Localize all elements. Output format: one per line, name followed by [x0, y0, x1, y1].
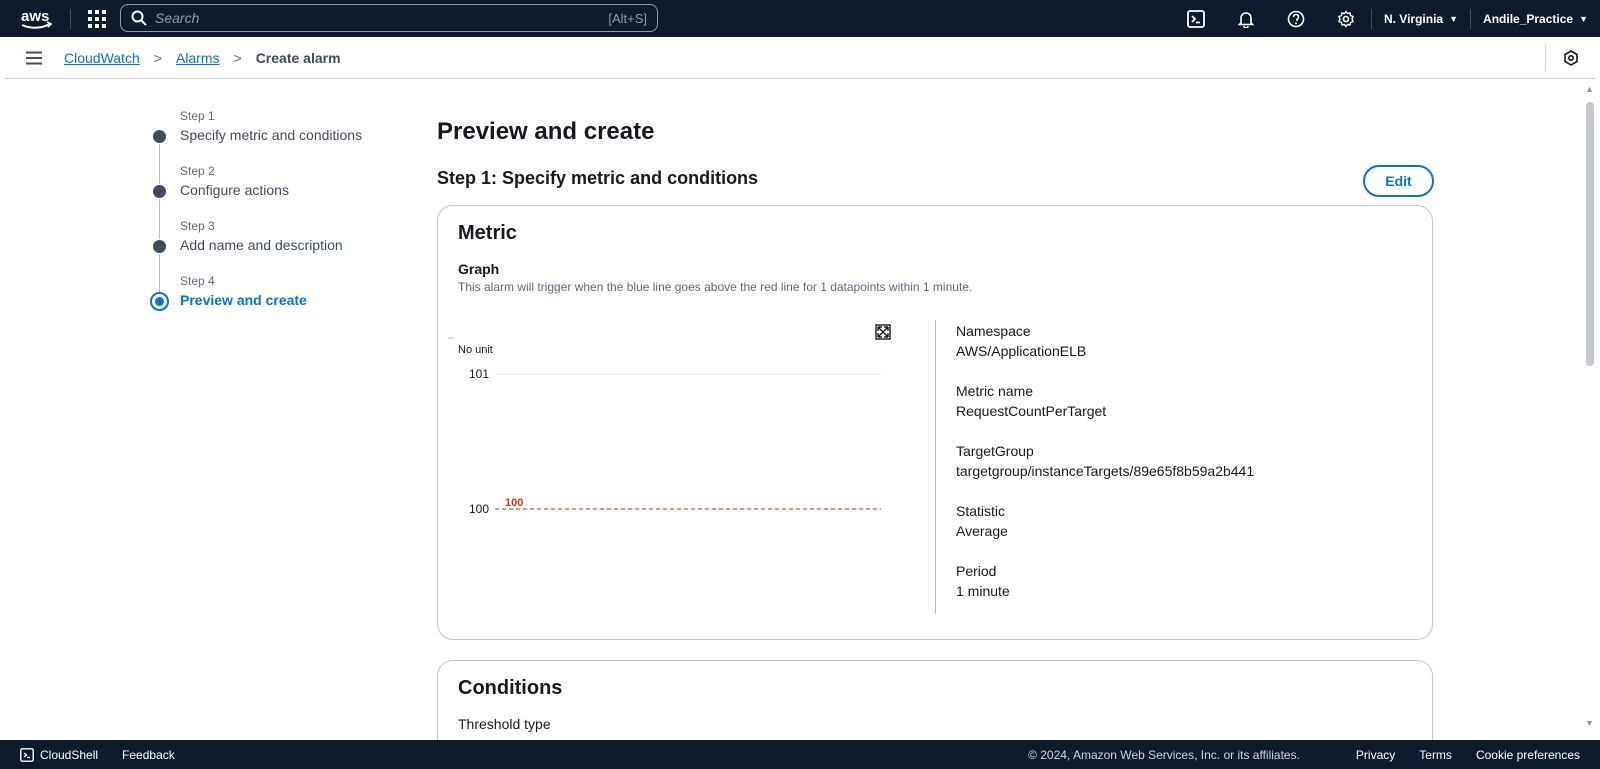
page-title: Preview and create [437, 118, 655, 145]
step-number: Step 1 [180, 109, 215, 123]
detail-value: RequestCountPerTarget [956, 403, 1107, 419]
help-icon[interactable] [1271, 0, 1321, 37]
search-input[interactable]: Search [Alt+S] [120, 4, 658, 32]
detail-namespace: Namespace AWS/ApplicationELB [956, 321, 1254, 381]
threshold-type-label: Threshold type [458, 716, 551, 732]
gear-icon[interactable] [1321, 0, 1371, 37]
step-title: Specify metric and conditions [180, 127, 363, 143]
detail-key: Metric name [956, 383, 1034, 399]
detail-statistic: Statistic Average [956, 501, 1254, 561]
wizard-step-1[interactable]: Step 1 Specify metric and conditions [150, 108, 400, 184]
wizard-steps: Step 1 Specify metric and conditions Ste… [150, 108, 400, 328]
step-title: Configure actions [180, 182, 289, 198]
caret-down-icon: ▼ [1449, 13, 1459, 24]
scrollbar[interactable]: ▲ ▼ [1584, 84, 1596, 728]
cloudshell-button[interactable]: CloudShell [20, 748, 98, 762]
chevron-right-icon: > [233, 49, 242, 66]
bell-icon[interactable] [1221, 0, 1271, 37]
detail-value: targetgroup/instanceTargets/89e65f8b59a2… [956, 463, 1255, 479]
region-selector[interactable]: N. Virginia ▼ [1372, 0, 1470, 37]
step-dot-icon [153, 240, 166, 253]
apps-icon[interactable] [79, 0, 115, 37]
breadcrumb-alarms[interactable]: Alarms [176, 50, 220, 66]
breadcrumb-cloudwatch[interactable]: CloudWatch [64, 50, 140, 66]
cloudshell-label: CloudShell [40, 747, 99, 762]
detail-key: TargetGroup [956, 443, 1034, 459]
chevron-right-icon: > [153, 49, 162, 66]
step-title: Add name and description [180, 237, 343, 253]
chart-threshold-label: 100 [505, 497, 523, 509]
search-shortcut: [Alt+S] [608, 10, 647, 26]
details-divider [935, 320, 936, 614]
conditions-heading: Conditions [458, 677, 563, 699]
step-dot-icon [153, 185, 166, 198]
menu-icon[interactable] [4, 51, 64, 65]
caret-down-icon: ▼ [1579, 13, 1588, 24]
detail-key: Statistic [956, 503, 1006, 519]
feedback-link[interactable]: Feedback [122, 748, 175, 762]
graph-description: This alarm will trigger when the blue li… [458, 280, 973, 294]
breadcrumb: CloudWatch > Alarms > Create alarm [64, 50, 341, 66]
metric-chart: No unit 10110099 08:0009:0010:00 100 Req… [448, 337, 881, 516]
section-title: Step 1: Specify metric and conditions [437, 168, 759, 188]
terms-link[interactable]: Terms [1419, 748, 1452, 762]
top-navigation: aws Search [Alt+S] N. Virginia ▼ Andile_… [0, 0, 1600, 37]
copyright-text: © 2024, Amazon Web Services, Inc. or its… [1028, 747, 1300, 762]
step-title: Preview and create [180, 292, 307, 308]
step-number: Step 4 [180, 274, 215, 288]
breadcrumb-bar: CloudWatch > Alarms > Create alarm [4, 37, 1596, 79]
metric-details: Namespace AWS/ApplicationELB Metric name… [956, 321, 1254, 621]
wizard-step-2[interactable]: Step 2 Configure actions [150, 163, 400, 239]
detail-metric-name: Metric name RequestCountPerTarget [956, 381, 1254, 441]
account-menu[interactable]: Andile_Practice ▼ [1471, 0, 1600, 37]
detail-value: AWS/ApplicationELB [956, 343, 1087, 359]
edit-button[interactable]: Edit [1363, 165, 1434, 197]
metric-card: Metric Graph This alarm will trigger whe… [437, 205, 1433, 640]
search-placeholder: Search [155, 10, 200, 26]
aws-logo[interactable]: aws [10, 0, 62, 37]
nav-divider [70, 8, 71, 29]
step-number: Step 2 [180, 164, 215, 178]
chart-y-axis-label: No unit [458, 344, 493, 356]
step-number: Step 3 [180, 219, 215, 233]
wizard-step-3[interactable]: Step 3 Add name and description [150, 218, 400, 294]
cookie-preferences-link[interactable]: Cookie preferences [1476, 748, 1580, 762]
search-icon [131, 10, 147, 26]
detail-value: Average [956, 523, 1008, 539]
footer: CloudShell Feedback © 2024, Amazon Web S… [0, 740, 1600, 769]
detail-period: Period 1 minute [956, 561, 1254, 621]
detail-key: Namespace [956, 323, 1031, 339]
cloudshell-icon [20, 747, 34, 762]
detail-target-group: TargetGroup targetgroup/instanceTargets/… [956, 441, 1254, 501]
step-dot-icon [153, 130, 166, 143]
cloudshell-icon[interactable] [1171, 0, 1221, 37]
hexagon-settings-icon[interactable] [1546, 50, 1596, 66]
graph-label: Graph [458, 261, 500, 277]
breadcrumb-current: Create alarm [255, 49, 341, 66]
wizard-step-4: Step 4 Preview and create [150, 273, 400, 328]
account-label: Andile_Practice [1483, 11, 1574, 26]
detail-key: Period [956, 563, 997, 579]
metric-heading: Metric [458, 222, 517, 244]
step-current-icon [150, 292, 169, 311]
chart-y-tick-label: 101 [469, 367, 489, 381]
svg-text:aws: aws [21, 8, 49, 25]
detail-value: 1 minute [956, 583, 1010, 599]
scroll-up-icon[interactable]: ▲ [1585, 84, 1594, 94]
scroll-thumb[interactable] [1586, 102, 1594, 366]
region-label: N. Virginia [1383, 11, 1444, 26]
chart-y-tick-label: 100 [469, 502, 489, 516]
scroll-down-icon[interactable]: ▼ [1585, 718, 1594, 728]
privacy-link[interactable]: Privacy [1356, 748, 1395, 762]
